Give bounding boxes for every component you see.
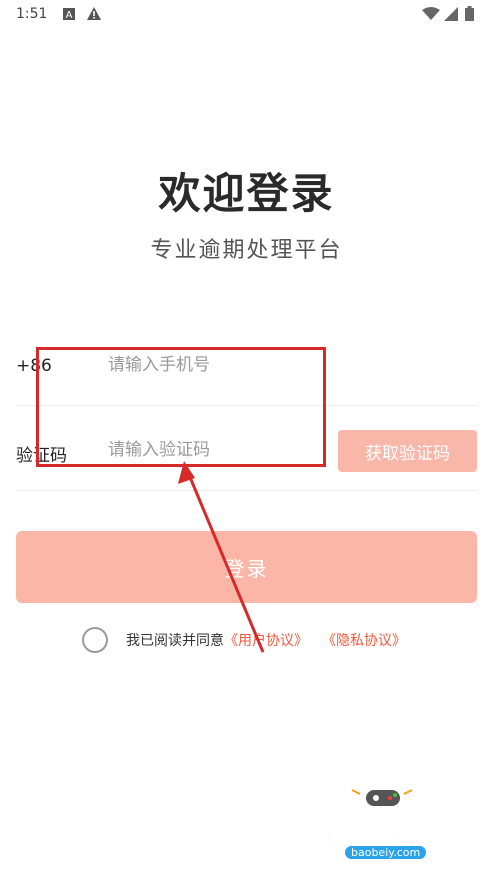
code-input[interactable]	[108, 432, 328, 468]
wifi-icon	[422, 6, 440, 25]
get-code-button[interactable]: 获取验证码	[338, 430, 477, 472]
code-row: 验证码 获取验证码	[16, 408, 477, 491]
a-notification-icon: A	[62, 6, 76, 25]
login-button[interactable]: 登录	[16, 531, 477, 603]
agreement-checkbox[interactable]	[82, 627, 108, 653]
privacy-agreement-link[interactable]: 《隐私协议》	[322, 630, 406, 650]
watermark-text: 宝贝游戏网	[318, 820, 443, 849]
phone-input[interactable]	[108, 347, 328, 383]
agreement-text: 我已阅读并同意	[126, 633, 224, 649]
svg-text:A: A	[66, 10, 73, 21]
signal-icon	[444, 6, 458, 25]
status-time: 1:51	[16, 6, 48, 22]
page-subtitle: 专业逾期处理平台	[150, 238, 343, 263]
warning-icon	[86, 6, 102, 25]
watermark: 宝贝游戏网 baobeiy.com	[300, 780, 470, 860]
country-code[interactable]: +86	[16, 356, 52, 376]
watermark-url: baobeiy.com	[345, 846, 427, 859]
status-bar: 1:51 A	[0, 0, 493, 30]
user-agreement-link[interactable]: 《用户协议》	[224, 630, 308, 650]
agreement-row: 我已阅读并同意 《用户协议》 《隐私协议》	[82, 627, 406, 653]
battery-icon	[465, 6, 474, 25]
page-title: 欢迎登录	[158, 169, 335, 218]
code-label: 验证码	[16, 446, 67, 466]
phone-row: +86	[16, 323, 477, 406]
